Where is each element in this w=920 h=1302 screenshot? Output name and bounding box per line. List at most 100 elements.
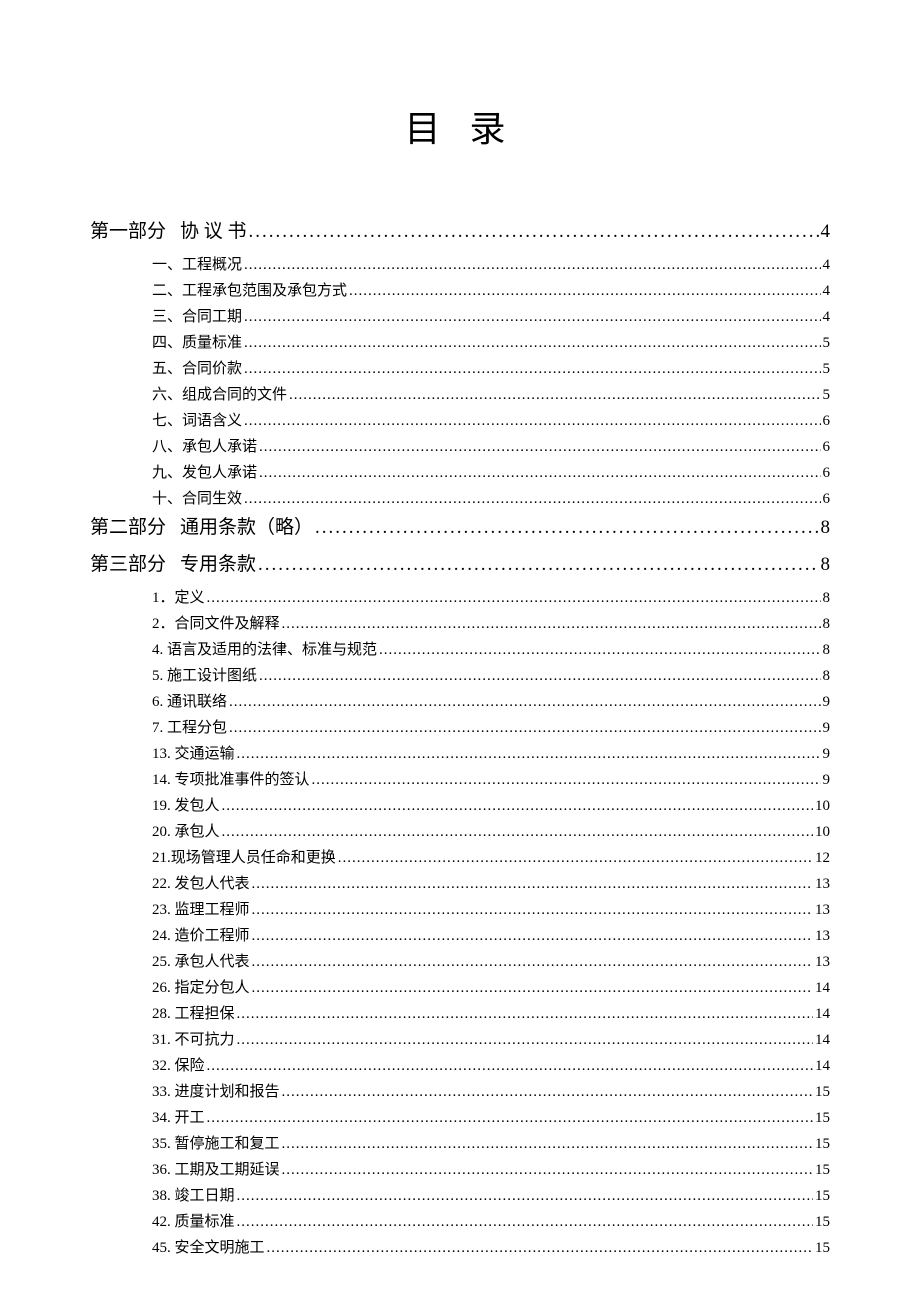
toc-page-number: 5 <box>823 331 831 355</box>
toc-entry: 九、发包人承诺.................................… <box>90 461 830 485</box>
toc-page-number: 5 <box>823 357 831 381</box>
toc-label: 十、合同生效 <box>152 487 242 511</box>
toc-page-number: 8 <box>821 550 831 580</box>
toc-label: 32. 保险 <box>152 1054 205 1078</box>
toc-page-number: 15 <box>815 1210 830 1234</box>
toc-entry: 二、工程承包范围及承包方式...........................… <box>90 279 830 303</box>
toc-label: 4. 语言及适用的法律、标准与规范 <box>152 638 377 662</box>
toc-part-label: 第三部分 <box>90 554 166 575</box>
toc-page-number: 10 <box>815 820 830 844</box>
toc-page-number: 13 <box>815 872 830 896</box>
toc-entry: 25. 承包人代表...............................… <box>90 950 830 974</box>
toc-label: 21.现场管理人员任命和更换 <box>152 846 336 870</box>
toc-entry: 第一部分协 议 书...............................… <box>90 217 830 247</box>
toc-leader-dots: ........................................… <box>315 513 818 543</box>
toc-leader-dots: ........................................… <box>207 586 821 610</box>
toc-page-number: 4 <box>823 253 831 277</box>
toc-leader-dots: ........................................… <box>244 253 820 277</box>
toc-label: 36. 工期及工期延误 <box>152 1158 280 1182</box>
table-of-contents: 第一部分协 议 书...............................… <box>90 217 830 1260</box>
toc-label: 19. 发包人 <box>152 794 220 818</box>
toc-label: 26. 指定分包人 <box>152 976 250 1000</box>
toc-leader-dots: ........................................… <box>229 716 820 740</box>
toc-leader-dots: ........................................… <box>237 1184 813 1208</box>
toc-entry: 23. 监理工程师...............................… <box>90 898 830 922</box>
toc-page-number: 9 <box>823 716 831 740</box>
toc-entry: 45. 安全文明施工..............................… <box>90 1236 830 1260</box>
toc-page-number: 8 <box>823 612 831 636</box>
toc-page-number: 6 <box>823 461 831 485</box>
toc-page-number: 13 <box>815 898 830 922</box>
toc-part-title: 通用条款（略） <box>180 517 313 538</box>
toc-leader-dots: ........................................… <box>252 898 813 922</box>
toc-leader-dots: ........................................… <box>244 487 820 511</box>
toc-leader-dots: ........................................… <box>252 950 813 974</box>
toc-page-number: 14 <box>815 976 830 1000</box>
toc-label: 35. 暂停施工和复工 <box>152 1132 280 1156</box>
toc-entry: 38. 竣工日期................................… <box>90 1184 830 1208</box>
toc-leader-dots: ........................................… <box>338 846 813 870</box>
toc-leader-dots: ........................................… <box>258 550 818 580</box>
toc-label: 九、发包人承诺 <box>152 461 257 485</box>
toc-leader-dots: ........................................… <box>207 1054 813 1078</box>
toc-entry: 八、承包人承诺.................................… <box>90 435 830 459</box>
toc-entry: 1．定义....................................… <box>90 586 830 610</box>
toc-entry: 28. 工程担保................................… <box>90 1002 830 1026</box>
toc-label: 第三部分专用条款 <box>90 550 256 580</box>
toc-page-number: 14 <box>815 1054 830 1078</box>
toc-part-title: 专用条款 <box>180 554 256 575</box>
toc-label: 45. 安全文明施工 <box>152 1236 265 1260</box>
toc-entry: 13. 交通运输................................… <box>90 742 830 766</box>
toc-entry: 5. 施工设计图纸...............................… <box>90 664 830 688</box>
toc-entry: 三、合同工期..................................… <box>90 305 830 329</box>
toc-page-number: 13 <box>815 950 830 974</box>
toc-page-number: 15 <box>815 1132 830 1156</box>
toc-leader-dots: ........................................… <box>282 1158 813 1182</box>
toc-entry: 32. 保险..................................… <box>90 1054 830 1078</box>
toc-page-number: 14 <box>815 1002 830 1026</box>
toc-page-number: 14 <box>815 1028 830 1052</box>
toc-label: 25. 承包人代表 <box>152 950 250 974</box>
toc-page-number: 15 <box>815 1184 830 1208</box>
toc-leader-dots: ........................................… <box>312 768 821 792</box>
toc-label: 二、工程承包范围及承包方式 <box>152 279 347 303</box>
toc-leader-dots: ........................................… <box>229 690 820 714</box>
toc-label: 三、合同工期 <box>152 305 242 329</box>
toc-entry: 21.现场管理人员任命和更换..........................… <box>90 846 830 870</box>
toc-leader-dots: ........................................… <box>282 612 821 636</box>
toc-leader-dots: ........................................… <box>237 742 821 766</box>
toc-leader-dots: ........................................… <box>379 638 820 662</box>
toc-label: 八、承包人承诺 <box>152 435 257 459</box>
toc-label: 5. 施工设计图纸 <box>152 664 257 688</box>
toc-entry: 20. 承包人.................................… <box>90 820 830 844</box>
toc-page-number: 12 <box>815 846 830 870</box>
toc-page-number: 6 <box>823 487 831 511</box>
toc-label: 五、合同价款 <box>152 357 242 381</box>
toc-label: 38. 竣工日期 <box>152 1184 235 1208</box>
toc-entry: 七、词语含义..................................… <box>90 409 830 433</box>
toc-page-number: 6 <box>823 435 831 459</box>
toc-part-label: 第二部分 <box>90 517 166 538</box>
toc-leader-dots: ........................................… <box>252 924 813 948</box>
toc-part-title: 协 议 书 <box>180 221 247 242</box>
toc-label: 1．定义 <box>152 586 205 610</box>
toc-label: 四、质量标准 <box>152 331 242 355</box>
toc-leader-dots: ........................................… <box>222 794 813 818</box>
toc-leader-dots: ........................................… <box>237 1210 813 1234</box>
toc-entry: 35. 暂停施工和复工.............................… <box>90 1132 830 1156</box>
toc-entry: 7. 工程分包.................................… <box>90 716 830 740</box>
toc-label: 7. 工程分包 <box>152 716 227 740</box>
toc-page-number: 9 <box>823 768 831 792</box>
toc-page-number: 15 <box>815 1158 830 1182</box>
toc-page-number: 8 <box>823 586 831 610</box>
toc-label: 33. 进度计划和报告 <box>152 1080 280 1104</box>
toc-label: 22. 发包人代表 <box>152 872 250 896</box>
toc-entry: 四、质量标准..................................… <box>90 331 830 355</box>
toc-page-number: 15 <box>815 1106 830 1130</box>
toc-leader-dots: ........................................… <box>222 820 813 844</box>
toc-entry: 26. 指定分包人...............................… <box>90 976 830 1000</box>
toc-label: 31. 不可抗力 <box>152 1028 235 1052</box>
toc-entry: 22. 发包人代表...............................… <box>90 872 830 896</box>
toc-entry: 42. 质量标准................................… <box>90 1210 830 1234</box>
toc-entry: 31. 不可抗力................................… <box>90 1028 830 1052</box>
